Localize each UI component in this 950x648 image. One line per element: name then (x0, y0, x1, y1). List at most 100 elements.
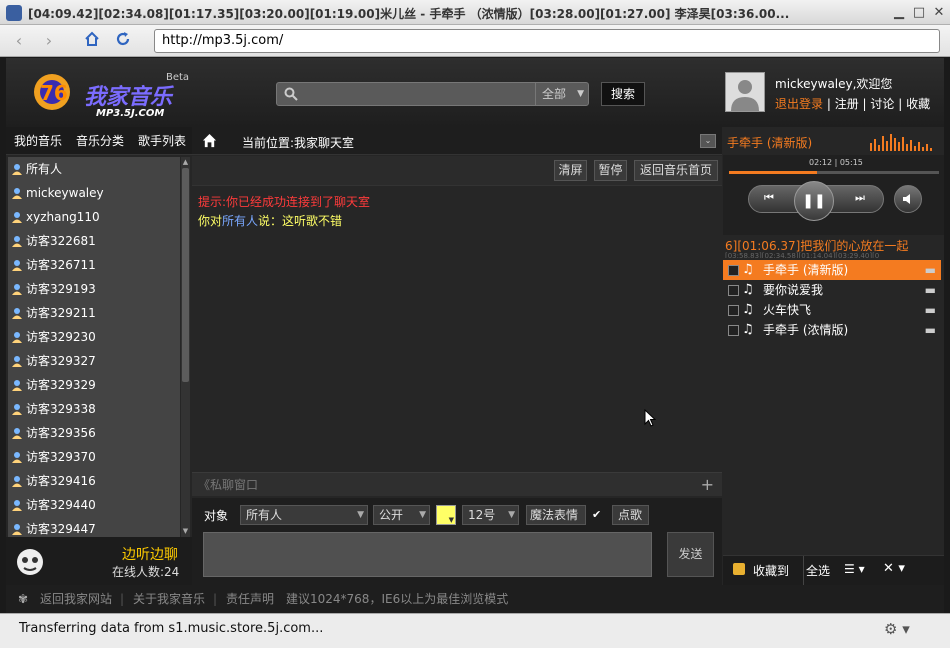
user-icon (12, 452, 22, 463)
playlist-item[interactable]: ♫ 手牵手 (清新版) ▬ (723, 260, 941, 280)
playlist-item[interactable]: ♫ 要你说爱我 ▬ (723, 280, 941, 300)
list-menu-icon[interactable]: ☰ ▾ (844, 562, 865, 576)
checkbox[interactable] (728, 305, 739, 316)
delete-menu-icon[interactable]: ✕ ▾ (883, 561, 905, 576)
register-link[interactable]: 注册 (835, 97, 859, 111)
previous-icon[interactable]: ⏮ (764, 191, 774, 205)
logout-link[interactable]: 退出登录 (775, 97, 823, 111)
chat-info-panel: 边听边聊 在线人数:24 (6, 537, 192, 585)
tab-singer-list[interactable]: 歌手列表 (132, 127, 192, 155)
user-item[interactable]: xyzhang110 (8, 205, 180, 229)
chevron-down-icon: ▼ (357, 510, 364, 520)
remove-icon: ▬ (924, 283, 936, 297)
volume-icon[interactable] (894, 185, 922, 213)
back-to-music-home-button[interactable]: 返回音乐首页 (634, 160, 718, 181)
site-logo[interactable]: 76 我家音乐 Beta MP3.5J.COM (14, 66, 189, 122)
music-note-icon: ♫ (742, 322, 754, 337)
checkbox[interactable] (728, 265, 739, 276)
clear-button[interactable]: 清屏 (554, 160, 587, 181)
scroll-thumb[interactable] (182, 168, 189, 382)
user-item[interactable]: 访客329370 (8, 445, 180, 469)
private-chat-header[interactable]: 《私聊窗口 + (192, 472, 722, 496)
user-avatar[interactable] (725, 72, 765, 112)
scroll-up-icon[interactable]: ▲ (181, 157, 190, 167)
footer-link-about[interactable]: 关于我家音乐 (133, 585, 205, 613)
search-scope-select[interactable]: 全部 ▼ (535, 83, 590, 105)
chat-message: 你对所有人说：这听歌不错 (198, 214, 343, 228)
home-icon[interactable] (202, 133, 217, 151)
favorites-link[interactable]: 收藏 (906, 97, 930, 111)
back-icon[interactable]: ‹ (8, 31, 30, 51)
user-item[interactable]: 访客329329 (8, 373, 180, 397)
close-icon[interactable]: ✕ (930, 5, 948, 21)
footer-link-disclaimer[interactable]: 责任声明 (226, 585, 274, 613)
user-item[interactable]: mickeywaley (8, 181, 180, 205)
playlist-actions: 收藏到 全选 ☰ ▾ ✕ ▾ (723, 555, 944, 586)
expand-plus-icon[interactable]: + (701, 473, 714, 497)
user-item[interactable]: 访客329440 (8, 493, 180, 517)
select-all-button[interactable]: 全选 (806, 562, 830, 579)
playlist-item[interactable]: ♫ 火车快飞 ▬ (723, 300, 941, 320)
user-item[interactable]: 访客329416 (8, 469, 180, 493)
search-box[interactable]: 全部 ▼ (276, 82, 589, 106)
checkbox[interactable] (728, 285, 739, 296)
user-item[interactable]: 访客329211 (8, 301, 180, 325)
user-icon (12, 212, 22, 223)
color-picker[interactable]: ▼ (436, 505, 456, 525)
footer-link-home[interactable]: 返回我家网站 (40, 585, 112, 613)
user-icon (12, 188, 22, 199)
minimize-icon[interactable]: ▁ (890, 5, 908, 21)
next-icon[interactable]: ⏭ (855, 191, 865, 205)
user-item[interactable]: 访客329230 (8, 325, 180, 349)
svg-text:Beta: Beta (166, 72, 189, 83)
checkbox-checked-icon[interactable]: ✔ (592, 509, 604, 521)
user-item[interactable]: 访客329327 (8, 349, 180, 373)
user-item[interactable]: 所有人 (8, 157, 180, 181)
playlist-item[interactable]: ♫ 手牵手 (浓情版) ▬ (723, 320, 941, 340)
web-page: 76 我家音乐 Beta MP3.5J.COM 全部 ▼ 搜索 mickeywal… (6, 58, 944, 613)
tab-music-category[interactable]: 音乐分类 (70, 127, 130, 155)
user-item[interactable]: 访客329356 (8, 421, 180, 445)
user-item[interactable]: 访客322681 (8, 229, 180, 253)
remove-icon: ▬ (924, 323, 936, 337)
online-count: 在线人数:24 (112, 565, 180, 579)
equalizer-icon (870, 133, 940, 154)
user-icon (12, 500, 22, 511)
folder-icon (733, 563, 745, 575)
mode-select[interactable]: 公开 ▼ (373, 505, 430, 525)
forward-icon[interactable]: › (38, 31, 60, 51)
collapse-icon[interactable]: ⌄ (700, 134, 716, 148)
url-input[interactable]: http://mp3.5j.com/ (154, 29, 940, 53)
maximize-icon[interactable]: □ (910, 5, 928, 21)
reload-icon[interactable] (112, 31, 134, 51)
current-location: 当前位置:我家聊天室 (242, 136, 355, 150)
discuss-link[interactable]: 讨论 (870, 97, 894, 111)
target-select[interactable]: 所有人 ▼ (240, 505, 368, 525)
logo-small-icon: ✾ (18, 592, 29, 606)
home-icon[interactable] (81, 31, 103, 51)
message-target[interactable]: 所有人 (222, 214, 258, 228)
svg-text:MP3.5J.COM: MP3.5J.COM (96, 108, 164, 119)
target-label: 对象 (204, 509, 229, 523)
user-item[interactable]: 访客329447 (8, 517, 180, 537)
user-item[interactable]: 访客326711 (8, 253, 180, 277)
message-input[interactable] (203, 532, 652, 577)
user-item[interactable]: 访客329338 (8, 397, 180, 421)
user-item[interactable]: 访客329193 (8, 277, 180, 301)
pause-icon[interactable]: ❚❚ (794, 181, 834, 221)
pause-button[interactable]: 暂停 (594, 160, 627, 181)
gear-icon[interactable]: ⚙ ▾ (884, 614, 910, 644)
progress-bar[interactable] (729, 171, 939, 174)
font-size-select[interactable]: 12号 ▼ (462, 505, 519, 525)
music-note-icon: ♫ (742, 262, 754, 277)
send-button[interactable]: 发送 (667, 532, 714, 577)
magic-emoji-button[interactable]: 魔法表情 (526, 505, 586, 525)
chat-messages: 提示:你已经成功连接到了聊天室 你对所有人说：这听歌不错 (192, 187, 722, 472)
collect-button[interactable]: 收藏到 (753, 562, 789, 579)
checkbox[interactable] (728, 325, 739, 336)
search-button[interactable]: 搜索 (601, 82, 645, 106)
chevron-down-icon: ▼ (577, 89, 584, 99)
tab-my-music[interactable]: 我的音乐 (8, 127, 68, 155)
request-song-button[interactable]: 点歌 (612, 505, 649, 525)
scroll-down-icon[interactable]: ▼ (181, 525, 190, 537)
